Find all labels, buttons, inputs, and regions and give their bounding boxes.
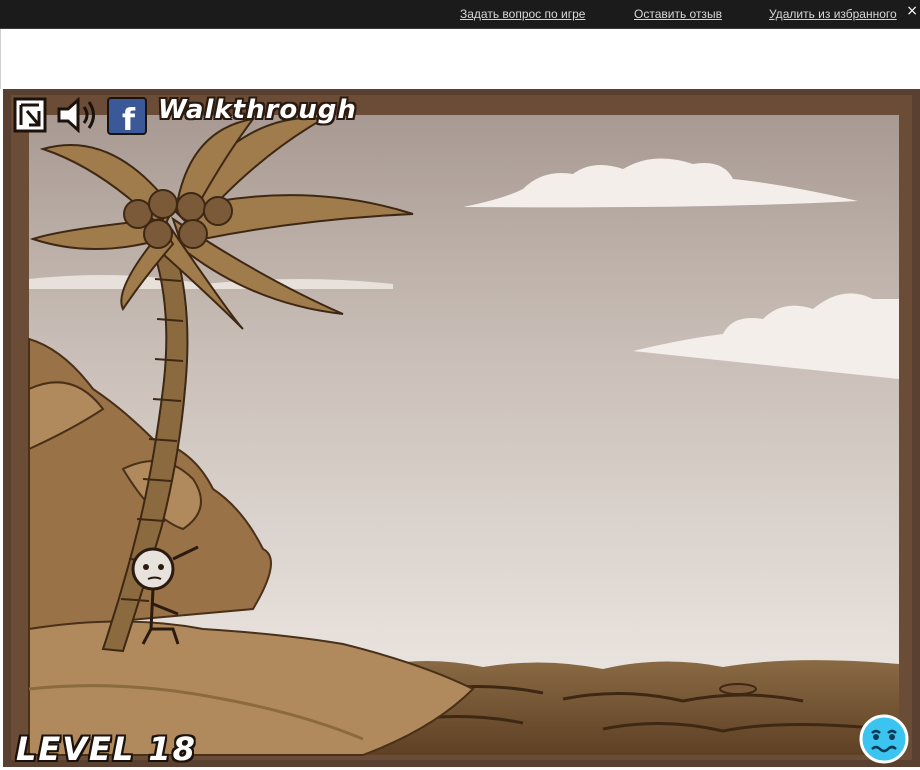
remove-favorite-link[interactable]: Удалить из избранного xyxy=(769,7,897,21)
level-label: LEVEL 18 xyxy=(16,730,197,768)
top-bar: Задать вопрос по игре Оставить отзыв Уда… xyxy=(0,0,920,29)
walkthrough-button[interactable]: Walkthrough xyxy=(158,95,357,125)
facebook-button[interactable]: f xyxy=(107,97,147,140)
hint-button[interactable] xyxy=(858,713,910,765)
game-canvas[interactable] xyxy=(3,89,920,767)
ask-question-link[interactable]: Задать вопрос по игре xyxy=(460,7,585,21)
sound-button[interactable] xyxy=(56,96,100,138)
leave-review-link[interactable]: Оставить отзыв xyxy=(634,7,722,21)
fullscreen-button[interactable] xyxy=(13,97,47,138)
ad-space xyxy=(0,29,920,89)
facebook-icon: f xyxy=(122,103,136,135)
close-icon[interactable]: × xyxy=(906,3,918,19)
